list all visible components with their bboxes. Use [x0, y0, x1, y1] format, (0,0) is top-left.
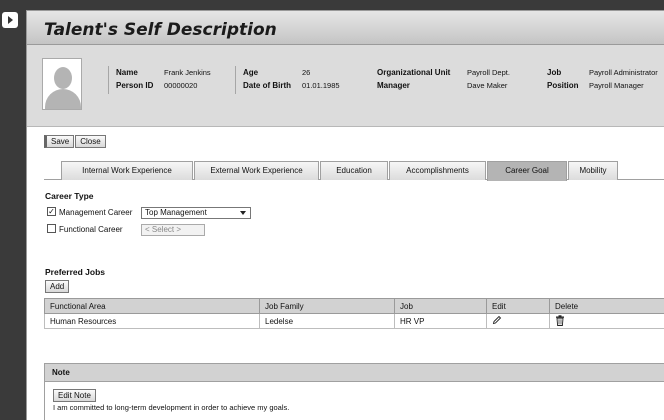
note-body: Edit Note I am committed to long-term de…	[45, 382, 664, 412]
job-label: Job	[547, 68, 562, 77]
side-panel-toggle-icon[interactable]	[2, 12, 18, 28]
name-value: Frank Jenkins	[164, 68, 211, 77]
cell-delete	[549, 313, 664, 329]
table-header-row: Functional Area Job Family Job Edit Dele…	[44, 298, 664, 314]
management-career-row: ✓ Management Career	[47, 207, 133, 217]
functional-career-label: Functional Career	[59, 225, 123, 234]
cell-job-family: Ledelse	[259, 313, 395, 329]
functional-career-checkbox[interactable]	[47, 224, 56, 234]
note-title: Note	[45, 364, 664, 382]
management-career-select-value: Top Management	[145, 208, 207, 217]
tab-strip: Internal Work Experience External Work E…	[44, 160, 664, 181]
career-type-title: Career Type	[45, 191, 94, 201]
avatar-body-icon	[45, 89, 81, 109]
profile-header: Name Frank Jenkins Person ID 00000020 Age 2…	[27, 45, 664, 127]
cell-job: HR VP	[394, 313, 487, 329]
tab-accomplishments[interactable]: Accomplishments	[389, 161, 486, 180]
org-unit-label: Organizational Unit	[377, 68, 451, 77]
tab-external-work-experience[interactable]: External Work Experience	[194, 161, 319, 180]
tab-internal-work-experience[interactable]: Internal Work Experience	[61, 161, 193, 180]
toolbar: Save Close	[44, 135, 107, 148]
avatar-head-icon	[54, 67, 72, 89]
close-button[interactable]: Close	[75, 135, 106, 148]
chevron-down-icon	[240, 211, 246, 215]
preferred-jobs-title: Preferred Jobs	[45, 267, 105, 277]
table-row[interactable]: Human Resources Ledelse HR VP	[44, 313, 664, 329]
dob-label: Date of Birth	[243, 81, 291, 90]
add-job-button[interactable]: Add	[45, 280, 70, 293]
column-header-job[interactable]: Job	[394, 298, 487, 314]
position-value: Payroll Manager	[589, 81, 644, 90]
profile-group-age: Age 26 Date of Birth 01.01.1985	[235, 66, 340, 94]
manager-value: Dave Maker	[467, 81, 508, 90]
save-button[interactable]: Save	[44, 135, 75, 148]
age-value: 26	[302, 68, 311, 77]
org-unit-value: Payroll Dept.	[467, 68, 510, 77]
cell-edit	[486, 313, 550, 329]
person-id-value: 00000020	[164, 81, 198, 90]
page-title: Talent's Self Description	[44, 20, 277, 40]
preferred-jobs-toolbar: Add	[45, 280, 70, 293]
functional-career-select-placeholder: < Select >	[145, 225, 182, 234]
trash-icon[interactable]	[555, 314, 565, 326]
dob-value: 01.01.1985	[302, 81, 340, 90]
column-header-edit[interactable]: Edit	[486, 298, 550, 314]
manager-label: Manager	[377, 81, 410, 90]
management-career-checkbox[interactable]: ✓	[47, 207, 56, 217]
column-header-delete[interactable]: Delete	[549, 298, 664, 314]
edit-note-button[interactable]: Edit Note	[53, 389, 96, 402]
profile-group-name: Name Frank Jenkins Person ID 00000020	[108, 66, 211, 94]
person-id-label: Person ID	[116, 81, 154, 90]
management-career-label: Management Career	[59, 208, 133, 217]
column-header-functional-area[interactable]: Functional Area	[44, 298, 260, 314]
cell-functional-area: Human Resources	[44, 313, 260, 329]
name-label: Name	[116, 68, 138, 77]
avatar	[42, 58, 82, 110]
job-value: Payroll Administrator	[589, 68, 658, 77]
preferred-jobs-table: Functional Area Job Family Job Edit Dele…	[44, 298, 664, 329]
tab-education[interactable]: Education	[320, 161, 388, 180]
main-window: Talent's Self Description Name Frank Jenk…	[26, 10, 664, 420]
tab-career-goal[interactable]: Career Goal	[487, 161, 567, 181]
management-career-select[interactable]: Top Management	[141, 207, 251, 219]
note-panel: Note Edit Note I am committed to long-te…	[44, 363, 664, 420]
profile-group-job: Job Payroll Administrator Position Payroll…	[540, 66, 658, 94]
functional-career-select: < Select >	[141, 224, 205, 236]
age-label: Age	[243, 68, 259, 77]
pencil-icon[interactable]	[492, 315, 502, 325]
note-text: I am committed to long-term development …	[53, 403, 290, 412]
profile-group-org: Organizational Unit Payroll Dept. Manager…	[370, 66, 510, 94]
functional-career-row: Functional Career	[47, 224, 123, 234]
position-label: Position	[547, 81, 579, 90]
title-bar: Talent's Self Description	[27, 11, 664, 45]
column-header-job-family[interactable]: Job Family	[259, 298, 395, 314]
tab-mobility[interactable]: Mobility	[568, 161, 618, 180]
